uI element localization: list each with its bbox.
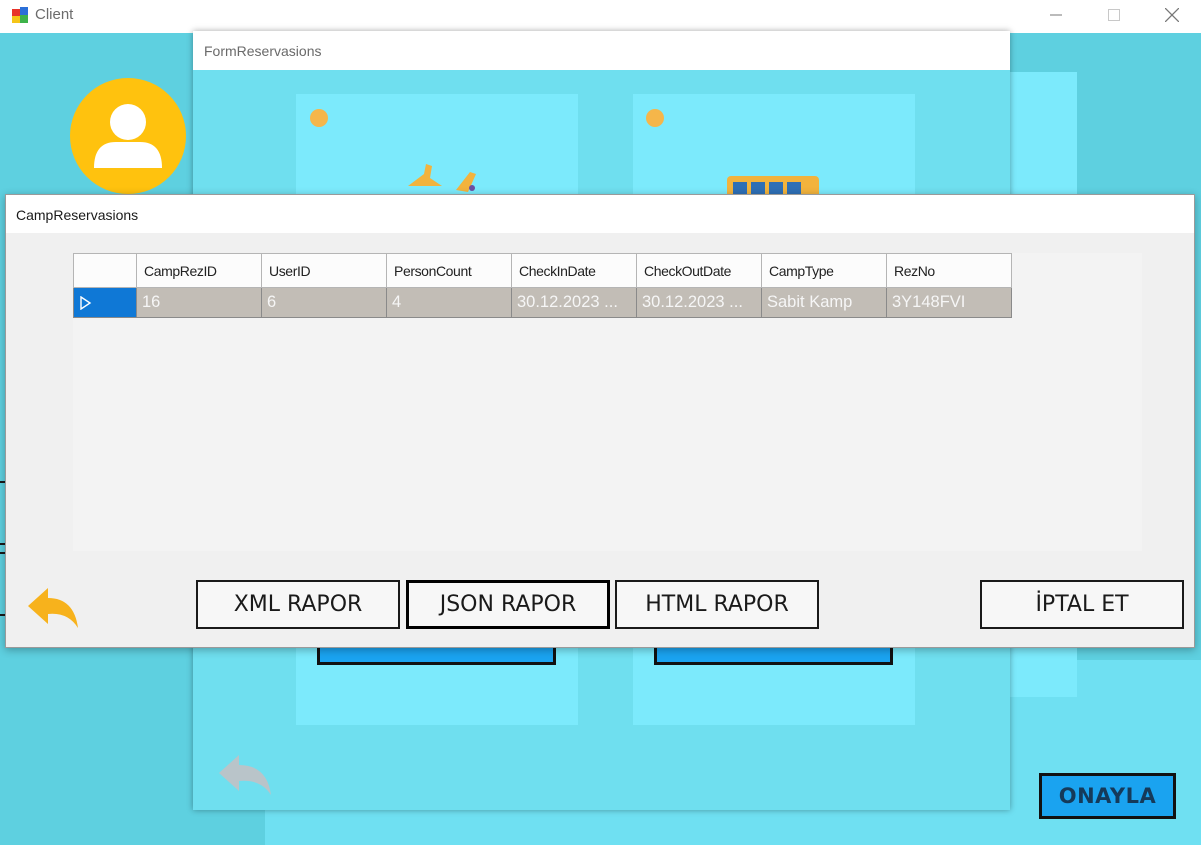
window-title: Client: [35, 6, 74, 23]
panel-dot: [646, 109, 664, 127]
xml-report-button[interactable]: XML RAPOR: [196, 580, 400, 629]
row-header[interactable]: [73, 287, 137, 318]
column-header[interactable]: RezNo: [886, 253, 1012, 288]
reservations-table[interactable]: CampRezID UserID PersonCount CheckInDate…: [73, 253, 1012, 318]
html-report-button[interactable]: HTML RAPOR: [615, 580, 819, 629]
column-header[interactable]: CheckInDate: [511, 253, 637, 288]
table-cell[interactable]: 30.12.2023 ...: [511, 287, 637, 318]
form-reservations-title: FormReservasions: [204, 43, 322, 59]
maximize-icon: [1108, 9, 1120, 21]
back-arrow-icon[interactable]: [217, 753, 273, 797]
camp-reservations-window: CampReservasions CampRezID UserID Person…: [5, 194, 1195, 648]
close-icon: [1165, 8, 1179, 22]
table-cell[interactable]: 6: [261, 287, 387, 318]
table-cell[interactable]: 16: [136, 287, 262, 318]
table-cell[interactable]: 30.12.2023 ...: [636, 287, 762, 318]
column-header[interactable]: UserID: [261, 253, 387, 288]
close-button[interactable]: [1143, 0, 1201, 30]
back-arrow-icon[interactable]: [26, 586, 80, 630]
table-header-row: CampRezID UserID PersonCount CheckInDate…: [73, 253, 1012, 288]
app-icon: [12, 7, 28, 23]
panel-dot: [310, 109, 328, 127]
cancel-reservation-button[interactable]: İPTAL ET: [980, 580, 1184, 629]
table-cell[interactable]: 4: [386, 287, 512, 318]
maximize-button[interactable]: [1085, 0, 1143, 30]
column-header[interactable]: CampRezID: [136, 253, 262, 288]
column-header[interactable]: PersonCount: [386, 253, 512, 288]
user-avatar[interactable]: [70, 78, 186, 194]
user-icon: [94, 104, 162, 168]
minimize-button[interactable]: [1027, 0, 1085, 30]
column-header[interactable]: CheckOutDate: [636, 253, 762, 288]
confirm-button[interactable]: ONAYLA: [1039, 773, 1176, 819]
table-cell[interactable]: Sabit Kamp: [761, 287, 887, 318]
reservations-grid[interactable]: CampRezID UserID PersonCount CheckInDate…: [73, 253, 1142, 551]
camp-reservations-titlebar: CampReservasions: [6, 195, 1194, 233]
row-header-corner[interactable]: [73, 253, 137, 288]
json-report-button[interactable]: JSON RAPOR: [406, 580, 610, 629]
row-pointer-icon: [80, 295, 92, 310]
minimize-icon: [1050, 14, 1062, 16]
table-cell[interactable]: 3Y148FVI: [886, 287, 1012, 318]
form-reservations-titlebar: FormReservasions: [193, 31, 1010, 70]
camp-reservations-title: CampReservasions: [16, 207, 139, 223]
main-titlebar: Client: [0, 0, 1201, 33]
table-row[interactable]: 16 6 4 30.12.2023 ... 30.12.2023 ... Sab…: [73, 287, 1012, 318]
column-header[interactable]: CampType: [761, 253, 887, 288]
